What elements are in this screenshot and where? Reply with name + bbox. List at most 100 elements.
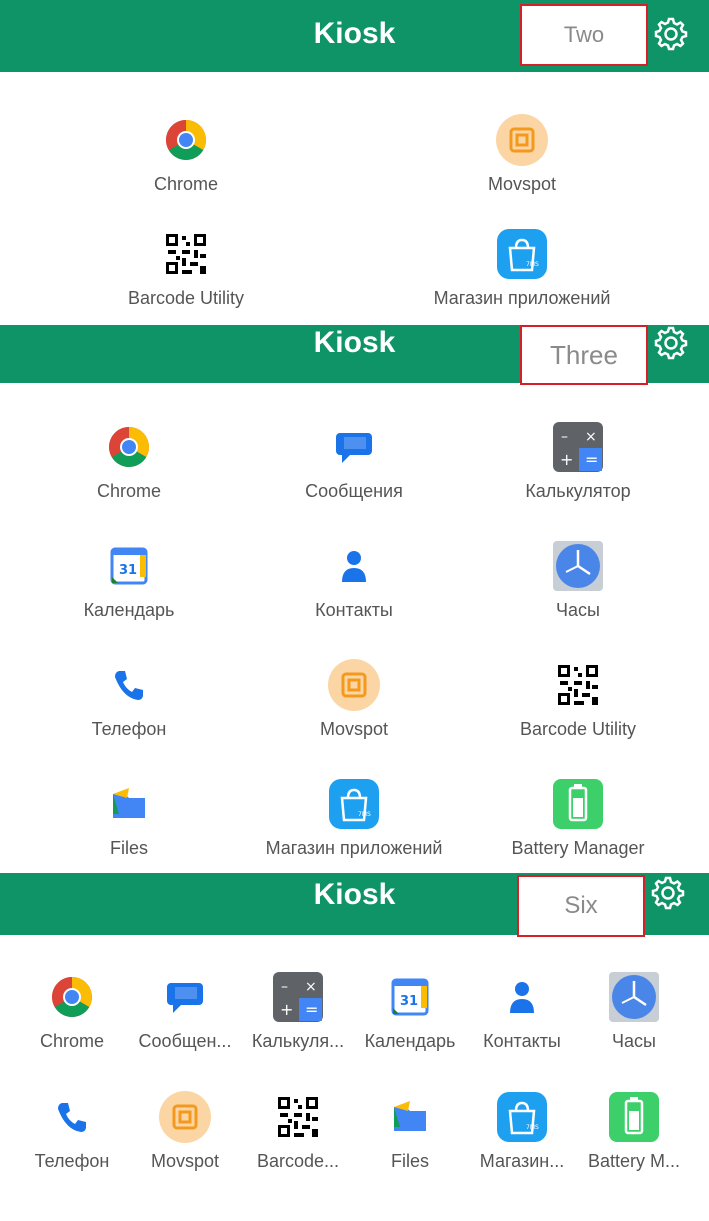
chrome-icon bbox=[101, 419, 157, 475]
app-label: Movspot bbox=[150, 1151, 220, 1171]
contacts-icon bbox=[494, 969, 550, 1025]
movspot-icon bbox=[157, 1089, 213, 1145]
app-label: Контакты bbox=[483, 1031, 561, 1051]
app-label: Магазин приложений bbox=[265, 838, 443, 858]
app-label: Barcode... bbox=[256, 1151, 340, 1171]
app-tile[interactable]: Files bbox=[354, 1089, 466, 1172]
app-label: Сообщен... bbox=[138, 1031, 232, 1051]
app-tile[interactable]: Battery Manager bbox=[468, 776, 688, 859]
app-label: Files bbox=[109, 838, 148, 858]
svg-text:×: × bbox=[585, 429, 597, 445]
app-label: Chrome bbox=[153, 174, 219, 194]
qr-code-icon bbox=[158, 226, 214, 282]
svg-text:+: + bbox=[560, 450, 573, 469]
app-store-icon: 7MS bbox=[494, 1089, 550, 1145]
svg-text:+: + bbox=[280, 1000, 293, 1019]
app-tile[interactable]: – × + = Калькуля... bbox=[242, 969, 354, 1052]
app-label: Магазин приложений bbox=[433, 288, 611, 308]
kiosk-header: Kiosk Three bbox=[0, 325, 709, 385]
app-label: Movspot bbox=[487, 174, 557, 194]
app-label: Сообщения bbox=[305, 481, 403, 501]
app-label: Battery M... bbox=[587, 1151, 681, 1171]
files-icon bbox=[382, 1089, 438, 1145]
messages-icon bbox=[326, 419, 382, 475]
app-label: Калькуля... bbox=[251, 1031, 345, 1051]
app-tile[interactable]: 7MS Магазин... bbox=[466, 1089, 578, 1172]
calculator-icon: – × + = bbox=[550, 419, 606, 475]
svg-text:=: = bbox=[585, 450, 598, 469]
kiosk-header: Kiosk Six bbox=[0, 873, 709, 937]
app-label: Часы bbox=[612, 1031, 656, 1051]
app-tile[interactable]: 7MS Магазин приложений bbox=[372, 226, 672, 309]
app-label: Files bbox=[390, 1151, 429, 1171]
app-label: Movspot bbox=[319, 719, 389, 739]
app-label: Календарь bbox=[364, 1031, 456, 1051]
app-tile[interactable]: 31 Календарь bbox=[354, 969, 466, 1052]
app-tile[interactable]: Chrome bbox=[36, 112, 336, 195]
svg-text:31: 31 bbox=[400, 994, 418, 1009]
app-tile[interactable]: 31 Календарь bbox=[19, 538, 239, 621]
svg-text:–: – bbox=[561, 429, 568, 445]
svg-text:7MS: 7MS bbox=[526, 261, 539, 268]
svg-text:–: – bbox=[281, 979, 288, 995]
app-label: Chrome bbox=[39, 1031, 105, 1051]
clock-icon bbox=[606, 969, 662, 1025]
calculator-icon: – × + = bbox=[270, 969, 326, 1025]
battery-icon bbox=[606, 1089, 662, 1145]
calendar-icon: 31 bbox=[101, 538, 157, 594]
app-tile[interactable]: Сообщения bbox=[244, 419, 464, 502]
app-tile[interactable]: Battery M... bbox=[578, 1089, 690, 1172]
files-icon bbox=[101, 776, 157, 832]
chrome-icon bbox=[44, 969, 100, 1025]
svg-text:7MS: 7MS bbox=[358, 811, 371, 818]
movspot-icon bbox=[494, 112, 550, 168]
app-tile[interactable]: Сообщен... bbox=[129, 969, 241, 1052]
app-tile[interactable]: Barcode... bbox=[242, 1089, 354, 1172]
svg-text:=: = bbox=[305, 1000, 318, 1019]
svg-text:×: × bbox=[305, 979, 317, 995]
app-tile[interactable]: 7MS Магазин приложений bbox=[244, 776, 464, 859]
app-tile[interactable]: Movspot bbox=[372, 112, 672, 195]
app-tile[interactable]: – × + = Калькулятор bbox=[468, 419, 688, 502]
movspot-icon bbox=[326, 657, 382, 713]
svg-text:7MS: 7MS bbox=[526, 1124, 539, 1131]
svg-text:31: 31 bbox=[119, 563, 137, 578]
app-label: Chrome bbox=[96, 481, 162, 501]
app-tile[interactable]: Chrome bbox=[16, 969, 128, 1052]
settings-gear-icon[interactable] bbox=[650, 875, 686, 911]
battery-icon bbox=[550, 776, 606, 832]
clock-icon bbox=[550, 538, 606, 594]
app-tile[interactable]: Chrome bbox=[19, 419, 239, 502]
chrome-icon bbox=[158, 112, 214, 168]
phone-icon bbox=[44, 1089, 100, 1145]
qr-code-icon bbox=[270, 1089, 326, 1145]
app-tile[interactable]: Часы bbox=[578, 969, 690, 1052]
app-tile[interactable]: Контакты bbox=[466, 969, 578, 1052]
app-label: Barcode Utility bbox=[127, 288, 245, 308]
messages-icon bbox=[157, 969, 213, 1025]
app-tile[interactable]: Barcode Utility bbox=[468, 657, 688, 740]
app-tile[interactable]: Movspot bbox=[129, 1089, 241, 1172]
app-label: Калькулятор bbox=[525, 481, 631, 501]
app-tile[interactable]: Часы bbox=[468, 538, 688, 621]
app-tile[interactable]: Files bbox=[19, 776, 239, 859]
app-store-icon: 7MS bbox=[494, 226, 550, 282]
layout-mode-label: Three bbox=[520, 325, 648, 385]
app-label: Battery Manager bbox=[511, 838, 645, 858]
app-tile[interactable]: Телефон bbox=[19, 657, 239, 740]
app-tile[interactable]: Barcode Utility bbox=[36, 226, 336, 309]
app-store-icon: 7MS bbox=[326, 776, 382, 832]
app-label: Телефон bbox=[91, 719, 167, 739]
kiosk-header: Kiosk Two bbox=[0, 0, 709, 72]
app-tile[interactable]: Movspot bbox=[244, 657, 464, 740]
settings-gear-icon[interactable] bbox=[653, 325, 689, 361]
app-label: Часы bbox=[556, 600, 600, 620]
app-label: Календарь bbox=[83, 600, 175, 620]
layout-mode-label: Two bbox=[520, 4, 648, 66]
layout-mode-label: Six bbox=[517, 875, 645, 937]
settings-gear-icon[interactable] bbox=[653, 16, 689, 52]
app-tile[interactable]: Телефон bbox=[16, 1089, 128, 1172]
app-tile[interactable]: Контакты bbox=[244, 538, 464, 621]
qr-code-icon bbox=[550, 657, 606, 713]
phone-icon bbox=[101, 657, 157, 713]
